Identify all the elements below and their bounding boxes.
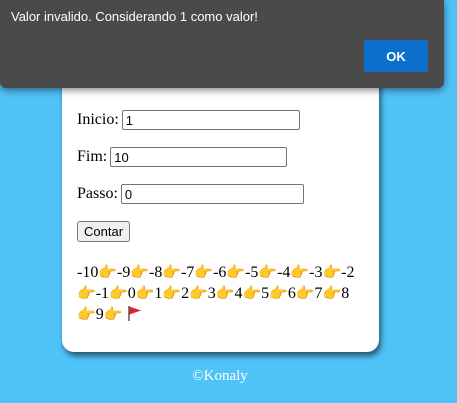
- count-number: -9: [117, 264, 131, 281]
- alert-dialog: Valor invalido. Considerando 1 como valo…: [0, 0, 444, 88]
- pointing-hand-icon: 👉: [77, 284, 96, 302]
- inicio-label: Inicio:: [77, 111, 119, 128]
- ok-button[interactable]: OK: [364, 40, 428, 72]
- passo-label: Passo:: [77, 185, 118, 202]
- pointing-hand-icon: 👉: [130, 263, 150, 281]
- count-number: 5: [261, 285, 270, 302]
- passo-input[interactable]: [120, 184, 304, 204]
- pointing-hand-icon: 👉: [189, 284, 208, 302]
- red-flag-icon: [128, 306, 142, 321]
- pointing-hand-icon: 👉: [98, 263, 118, 281]
- pointing-hand-icon: 👉: [322, 284, 342, 302]
- footer-credit: ©Konaly: [192, 368, 248, 384]
- count-number: 3: [207, 285, 216, 302]
- count-number: -7: [181, 264, 195, 281]
- count-number: 9: [95, 306, 104, 323]
- count-number: -2: [341, 264, 355, 281]
- pointing-hand-icon: 👉: [258, 263, 278, 281]
- alert-message: Valor invalido. Considerando 1 como valo…: [11, 9, 258, 24]
- fim-label: Fim:: [77, 148, 108, 165]
- fim-input[interactable]: [110, 147, 288, 167]
- pointing-hand-icon: 👉: [242, 284, 262, 302]
- count-number: -4: [277, 264, 291, 281]
- pointing-hand-icon: 👉: [322, 263, 342, 281]
- pointing-hand-icon: 👉: [135, 284, 155, 302]
- count-number: 7: [314, 285, 323, 302]
- contar-button[interactable]: Contar: [77, 221, 131, 242]
- pointing-hand-icon: 👉: [109, 284, 128, 302]
- count-number: -6: [213, 264, 227, 281]
- inicio-row: Inicio:: [77, 110, 300, 130]
- count-result: -10👉-9👉-8👉-7👉-6👉-5👉-4👉-3👉-2👉-1👉0👉1👉2👉3👉4…: [77, 262, 367, 325]
- count-number: 6: [287, 285, 296, 302]
- pointing-hand-icon: 👉: [215, 284, 235, 302]
- count-number: 0: [127, 285, 136, 302]
- pointing-hand-icon: 👉: [162, 284, 182, 302]
- pointing-hand-icon: 👉: [269, 284, 288, 302]
- count-number: -3: [309, 264, 323, 281]
- count-number: -1: [95, 285, 110, 302]
- fim-row: Fim:: [77, 147, 288, 167]
- count-number: -8: [149, 264, 163, 281]
- pointing-hand-icon: 👉: [226, 263, 246, 281]
- pointing-hand-icon: 👉: [162, 263, 182, 281]
- passo-row: Passo:: [77, 184, 304, 204]
- count-number: -5: [245, 264, 259, 281]
- counter-card: Inicio: Fim: Passo: Contar -10👉-9👉-8👉-7👉…: [62, 60, 379, 352]
- pointing-hand-icon: 👉: [295, 284, 315, 302]
- pointing-hand-icon: 👉: [103, 305, 123, 323]
- count-number: 2: [181, 285, 190, 302]
- count-number: 8: [341, 285, 350, 302]
- pointing-hand-icon: 👉: [194, 263, 214, 281]
- pointing-hand-icon: 👉: [77, 305, 96, 323]
- pointing-hand-icon: 👉: [290, 263, 310, 281]
- inicio-input[interactable]: [121, 110, 300, 130]
- count-number: -10: [77, 264, 99, 281]
